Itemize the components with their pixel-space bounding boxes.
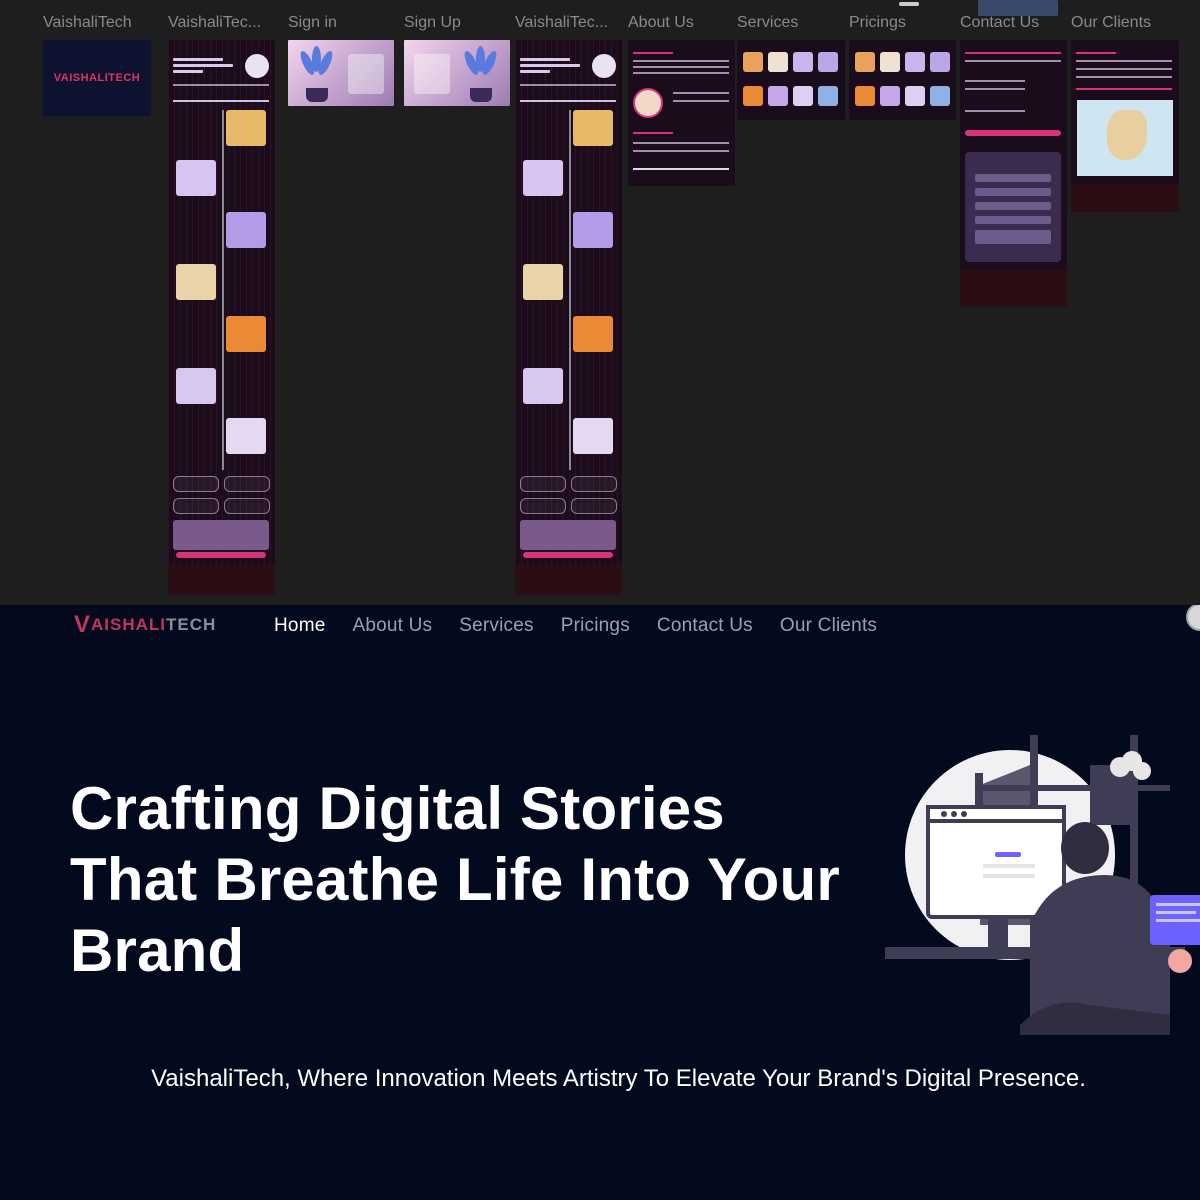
frame-services[interactable] xyxy=(737,40,845,120)
frame-label-vaishalitech-logo[interactable]: VaishaliTech xyxy=(43,14,132,32)
nav-about-us[interactable]: About Us xyxy=(352,615,432,637)
design-canvas[interactable]: VaishaliTech VaishaliTec... Sign in Sign… xyxy=(0,0,1200,605)
frame-label-our-clients[interactable]: Our Clients xyxy=(1071,14,1151,32)
frame-label-contact-us[interactable]: Contact Us xyxy=(960,14,1039,32)
nav-services[interactable]: Services xyxy=(459,615,533,637)
nav-home[interactable]: Home xyxy=(274,615,325,637)
frame-sign-up[interactable] xyxy=(404,40,510,106)
hero-illustration xyxy=(885,735,1200,1035)
monitor xyxy=(926,805,1066,919)
frame-label-vaishalitech-home-1[interactable]: VaishaliTec... xyxy=(168,14,261,32)
nav-our-clients[interactable]: Our Clients xyxy=(780,615,877,637)
main-nav: Home About Us Services Pricings Contact … xyxy=(274,615,877,637)
frame-contact-us[interactable] xyxy=(960,40,1067,306)
person-head xyxy=(1061,822,1109,874)
frame-home-page-2[interactable] xyxy=(515,40,622,595)
frame-label-about-us[interactable]: About Us xyxy=(628,14,694,32)
selection-highlight xyxy=(978,0,1058,16)
hero-title: Crafting Digital Stories That Breathe Li… xyxy=(70,775,840,984)
frame-logo[interactable]: VAISHALITECH xyxy=(43,40,151,116)
nav-pricings[interactable]: Pricings xyxy=(561,615,630,637)
frame-pricings[interactable] xyxy=(849,40,956,120)
site-logo[interactable]: VAISHALITECH xyxy=(74,609,216,638)
logo-thumb-text: VAISHALITECH xyxy=(53,72,141,84)
frame-sign-in[interactable] xyxy=(288,40,394,106)
frame-our-clients[interactable] xyxy=(1071,40,1179,212)
frame-label-sign-in[interactable]: Sign in xyxy=(288,14,337,32)
profile-avatar[interactable] xyxy=(1186,605,1200,631)
scroll-indicator xyxy=(899,2,919,6)
frame-about-us[interactable] xyxy=(628,40,735,186)
frame-home-page-1[interactable] xyxy=(168,40,275,595)
frame-label-sign-up[interactable]: Sign Up xyxy=(404,14,461,32)
frame-label-vaishalitech-home-2[interactable]: VaishaliTec... xyxy=(515,14,608,32)
frame-label-services[interactable]: Services xyxy=(737,14,798,32)
nav-contact-us[interactable]: Contact Us xyxy=(657,615,753,637)
map-thumbnail xyxy=(1077,100,1173,176)
hero-subtitle: VaishaliTech, Where Innovation Meets Art… xyxy=(151,1065,1086,1092)
website-preview: VAISHALITECH Home About Us Services Pric… xyxy=(0,605,1200,1200)
frame-label-pricings[interactable]: Pricings xyxy=(849,14,906,32)
